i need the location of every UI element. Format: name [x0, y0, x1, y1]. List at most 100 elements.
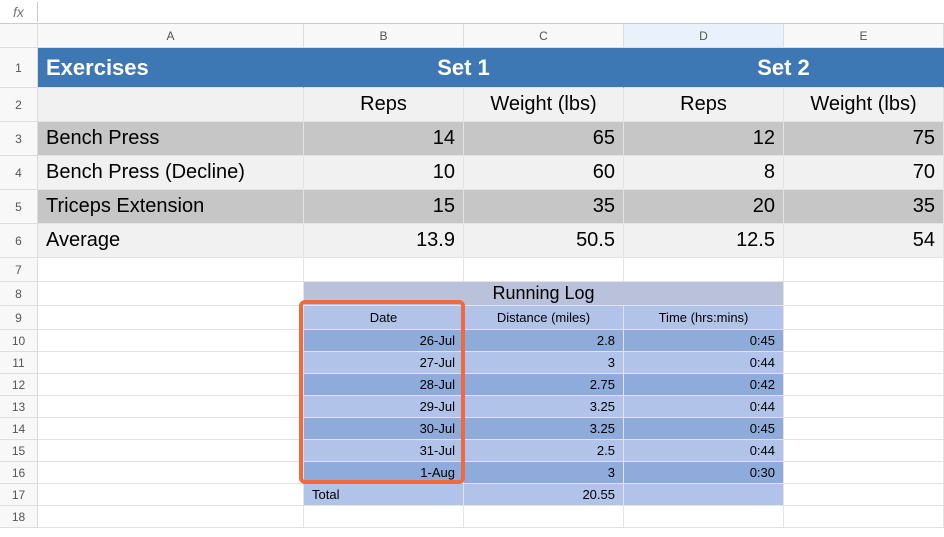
- cell-B6[interactable]: 13.9: [304, 224, 464, 258]
- cell-E18[interactable]: [784, 506, 944, 528]
- cell-C15[interactable]: 2.5: [464, 440, 624, 462]
- cell-E12[interactable]: [784, 374, 944, 396]
- cell-B12[interactable]: 28-Jul: [304, 374, 464, 396]
- row-header-9[interactable]: 9: [0, 306, 38, 330]
- cell-D4[interactable]: 8: [624, 156, 784, 190]
- cell-D9[interactable]: Time (hrs:mins): [624, 306, 784, 330]
- cell-B9[interactable]: Date: [304, 306, 464, 330]
- cell-D6[interactable]: 12.5: [624, 224, 784, 258]
- row-header-3[interactable]: 3: [0, 122, 38, 156]
- row-header-2[interactable]: 2: [0, 88, 38, 122]
- cell-B16[interactable]: 1-Aug: [304, 462, 464, 484]
- col-header-C[interactable]: C: [464, 24, 624, 48]
- cell-E15[interactable]: [784, 440, 944, 462]
- col-header-A[interactable]: A: [38, 24, 304, 48]
- cell-C10[interactable]: 2.8: [464, 330, 624, 352]
- cell-D13[interactable]: 0:44: [624, 396, 784, 418]
- row-header-11[interactable]: 11: [0, 352, 38, 374]
- cell-D16[interactable]: 0:30: [624, 462, 784, 484]
- cell-E3[interactable]: 75: [784, 122, 944, 156]
- cell-A9[interactable]: [38, 306, 304, 330]
- cell-B18[interactable]: [304, 506, 464, 528]
- cell-C4[interactable]: 60: [464, 156, 624, 190]
- row-header-7[interactable]: 7: [0, 258, 38, 282]
- col-header-B[interactable]: B: [304, 24, 464, 48]
- cell-A16[interactable]: [38, 462, 304, 484]
- cell-E4[interactable]: 70: [784, 156, 944, 190]
- cell-C6[interactable]: 50.5: [464, 224, 624, 258]
- cell-E5[interactable]: 35: [784, 190, 944, 224]
- cell-D10[interactable]: 0:45: [624, 330, 784, 352]
- cell-B15[interactable]: 31-Jul: [304, 440, 464, 462]
- cell-D7[interactable]: [624, 258, 784, 282]
- cell-B7[interactable]: [304, 258, 464, 282]
- cell-D18[interactable]: [624, 506, 784, 528]
- cell-C17[interactable]: 20.55: [464, 484, 624, 506]
- row-header-16[interactable]: 16: [0, 462, 38, 484]
- row-header-10[interactable]: 10: [0, 330, 38, 352]
- cell-E16[interactable]: [784, 462, 944, 484]
- cell-E13[interactable]: [784, 396, 944, 418]
- cell-A5[interactable]: Triceps Extension: [38, 190, 304, 224]
- cell-A17[interactable]: [38, 484, 304, 506]
- cell-E6[interactable]: 54: [784, 224, 944, 258]
- cell-D12[interactable]: 0:42: [624, 374, 784, 396]
- cell-B13[interactable]: 29-Jul: [304, 396, 464, 418]
- cell-B14[interactable]: 30-Jul: [304, 418, 464, 440]
- cell-A12[interactable]: [38, 374, 304, 396]
- cell-A6[interactable]: Average: [38, 224, 304, 258]
- row-header-14[interactable]: 14: [0, 418, 38, 440]
- cell-B3[interactable]: 14: [304, 122, 464, 156]
- cell-A14[interactable]: [38, 418, 304, 440]
- cell-E11[interactable]: [784, 352, 944, 374]
- cell-D14[interactable]: 0:45: [624, 418, 784, 440]
- cell-D17[interactable]: [624, 484, 784, 506]
- cell-A4[interactable]: Bench Press (Decline): [38, 156, 304, 190]
- cell-E10[interactable]: [784, 330, 944, 352]
- cell-D3[interactable]: 12: [624, 122, 784, 156]
- cell-C2[interactable]: Weight (lbs): [464, 88, 624, 122]
- cell-A1[interactable]: Exercises: [38, 48, 304, 88]
- cell-E8[interactable]: [784, 282, 944, 306]
- cell-E7[interactable]: [784, 258, 944, 282]
- cell-A7[interactable]: [38, 258, 304, 282]
- cell-C13[interactable]: 3.25: [464, 396, 624, 418]
- cell-A8[interactable]: [38, 282, 304, 306]
- select-all-corner[interactable]: [0, 24, 38, 48]
- cell-B1-C1[interactable]: Set 1: [304, 48, 624, 88]
- cell-C14[interactable]: 3.25: [464, 418, 624, 440]
- formula-input[interactable]: [38, 0, 944, 23]
- cell-D2[interactable]: Reps: [624, 88, 784, 122]
- cell-A10[interactable]: [38, 330, 304, 352]
- col-header-D[interactable]: D: [624, 24, 784, 48]
- row-header-1[interactable]: 1: [0, 48, 38, 88]
- row-header-12[interactable]: 12: [0, 374, 38, 396]
- row-header-8[interactable]: 8: [0, 282, 38, 306]
- cell-B17[interactable]: Total: [304, 484, 464, 506]
- cell-C18[interactable]: [464, 506, 624, 528]
- cell-C9[interactable]: Distance (miles): [464, 306, 624, 330]
- cell-C16[interactable]: 3: [464, 462, 624, 484]
- cell-E14[interactable]: [784, 418, 944, 440]
- cell-B11[interactable]: 27-Jul: [304, 352, 464, 374]
- cell-B8-D8[interactable]: Running Log: [304, 282, 784, 306]
- cell-B2[interactable]: Reps: [304, 88, 464, 122]
- cell-A18[interactable]: [38, 506, 304, 528]
- cell-C5[interactable]: 35: [464, 190, 624, 224]
- cell-E17[interactable]: [784, 484, 944, 506]
- cell-D5[interactable]: 20: [624, 190, 784, 224]
- row-header-17[interactable]: 17: [0, 484, 38, 506]
- row-header-18[interactable]: 18: [0, 506, 38, 528]
- cell-C12[interactable]: 2.75: [464, 374, 624, 396]
- row-header-4[interactable]: 4: [0, 156, 38, 190]
- cell-E2[interactable]: Weight (lbs): [784, 88, 944, 122]
- cell-D11[interactable]: 0:44: [624, 352, 784, 374]
- row-header-6[interactable]: 6: [0, 224, 38, 258]
- cell-C11[interactable]: 3: [464, 352, 624, 374]
- row-header-5[interactable]: 5: [0, 190, 38, 224]
- cell-B4[interactable]: 10: [304, 156, 464, 190]
- cell-A13[interactable]: [38, 396, 304, 418]
- row-header-13[interactable]: 13: [0, 396, 38, 418]
- row-header-15[interactable]: 15: [0, 440, 38, 462]
- cell-A15[interactable]: [38, 440, 304, 462]
